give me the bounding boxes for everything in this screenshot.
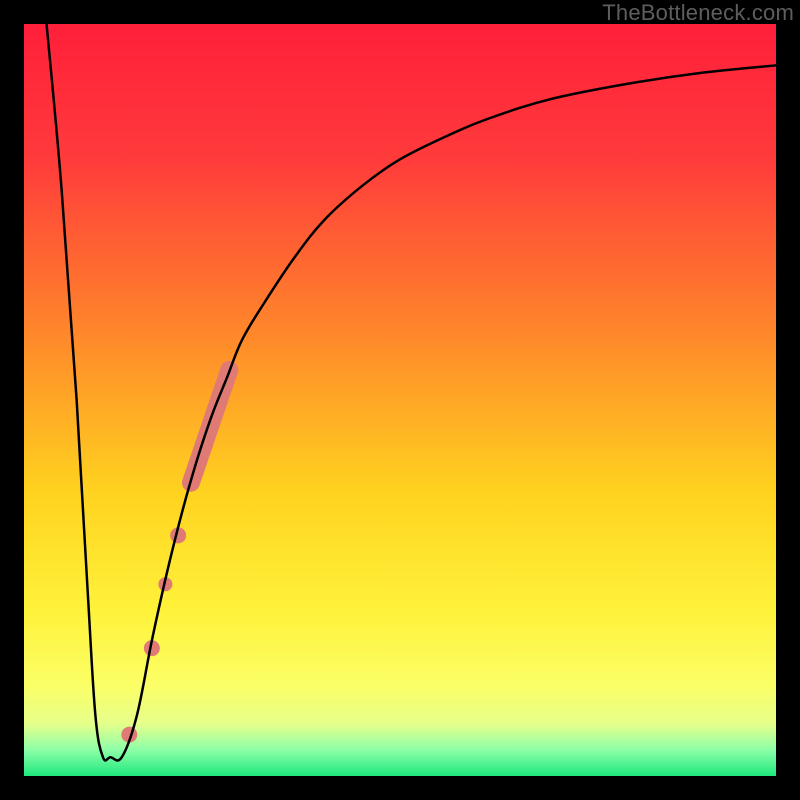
marker-group-under bbox=[121, 370, 229, 743]
curve-layer bbox=[24, 24, 776, 776]
watermark-text: TheBottleneck.com bbox=[602, 0, 794, 26]
plot-area bbox=[24, 24, 776, 776]
chart-frame: TheBottleneck.com bbox=[0, 0, 800, 800]
